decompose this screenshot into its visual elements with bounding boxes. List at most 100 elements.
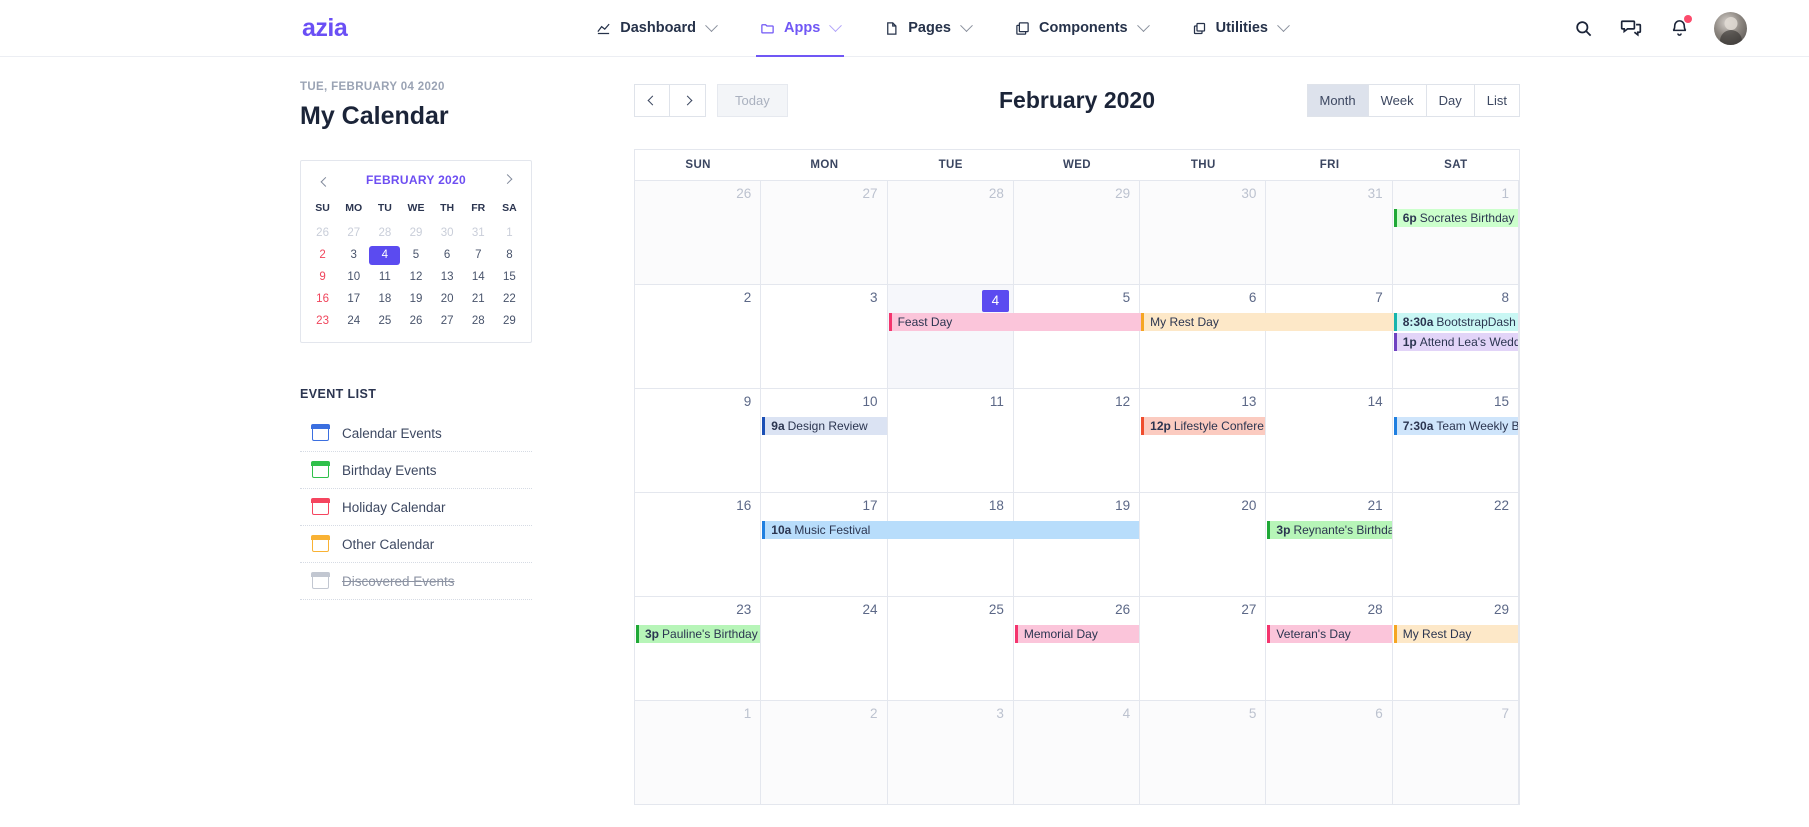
calendar-day-cell[interactable]: 27 — [761, 181, 888, 284]
calendar-day-cell[interactable]: 9 — [635, 389, 762, 492]
mini-calendar-day[interactable]: 17 — [338, 290, 369, 309]
calendar-day-cell[interactable]: 14 — [1266, 389, 1393, 492]
calendar-day-cell[interactable]: 23 — [635, 597, 762, 700]
calendar-event[interactable]: 9a Design Review — [762, 417, 887, 435]
nav-item-utilities[interactable]: Utilities — [1170, 0, 1310, 57]
mini-calendar-day[interactable]: 29 — [400, 224, 431, 243]
calendar-day-cell[interactable]: 25 — [888, 597, 1014, 700]
mini-calendar-day[interactable]: 10 — [338, 268, 369, 287]
event-list-item[interactable]: Discovered Events — [300, 563, 532, 600]
mini-calendar-day[interactable]: 28 — [463, 312, 494, 331]
mini-calendar-day[interactable]: 12 — [400, 268, 431, 287]
calendar-day-cell[interactable]: 3 — [887, 701, 1014, 804]
today-button[interactable]: Today — [717, 83, 788, 117]
mini-calendar-day[interactable]: 22 — [494, 290, 525, 309]
calendar-day-cell[interactable]: 13 — [1140, 389, 1267, 492]
view-button-list[interactable]: List — [1474, 83, 1520, 117]
calendar-event[interactable]: Memorial Day — [1014, 625, 1140, 643]
calendar-day-cell[interactable]: 30 — [1140, 181, 1267, 284]
calendar-event[interactable]: 1p Attend Lea's Wedd — [1393, 333, 1518, 351]
mini-calendar-day[interactable]: 2 — [307, 246, 338, 265]
calendar-day-cell[interactable]: 5 — [1014, 285, 1141, 388]
calendar-day-cell[interactable]: 5 — [1140, 701, 1267, 804]
mini-calendar-day[interactable]: 30 — [432, 224, 463, 243]
event-list-item[interactable]: Other Calendar — [300, 526, 532, 563]
calendar-event[interactable]: 3p Pauline's Birthday — [636, 625, 761, 643]
mini-calendar-day[interactable]: 6 — [432, 246, 463, 265]
calendar-event[interactable]: 8:30a BootstrapDash — [1393, 313, 1518, 331]
calendar-event[interactable]: 12p Lifestyle Confere — [1141, 417, 1266, 435]
calendar-day-cell[interactable]: 21 — [1266, 493, 1393, 596]
calendar-day-cell[interactable]: 7 — [1392, 701, 1519, 804]
calendar-day-cell[interactable]: 3 — [761, 285, 888, 388]
mini-calendar-day[interactable]: 20 — [432, 290, 463, 309]
calendar-event[interactable]: 7:30a Team Weekly B — [1393, 417, 1518, 435]
mini-calendar-day[interactable]: 4 — [369, 246, 401, 265]
calendar-day-cell[interactable]: 15 — [1393, 389, 1519, 492]
nav-item-components[interactable]: Components — [993, 0, 1170, 57]
mini-calendar-day[interactable]: 9 — [307, 268, 338, 287]
mini-calendar-day[interactable]: 8 — [494, 246, 525, 265]
calendar-day-cell[interactable]: 4 — [1013, 701, 1141, 804]
calendar-day-cell[interactable]: 29 — [1393, 597, 1519, 700]
mini-calendar-day[interactable]: 23 — [307, 312, 338, 331]
mini-calendar-day[interactable]: 15 — [494, 268, 525, 287]
mini-calendar-day[interactable]: 26 — [307, 224, 338, 243]
calendar-day-cell[interactable]: 20 — [1140, 493, 1267, 596]
mini-calendar-day[interactable]: 1 — [494, 224, 525, 243]
calendar-day-cell[interactable]: 1 — [1392, 181, 1519, 284]
nav-item-apps[interactable]: Apps — [738, 0, 862, 57]
mini-calendar-day[interactable]: 7 — [463, 246, 494, 265]
brand-logo[interactable]: azia — [302, 14, 348, 43]
calendar-next-button[interactable] — [670, 83, 706, 117]
calendar-day-cell[interactable]: 27 — [1140, 597, 1267, 700]
calendar-day-cell[interactable]: 29 — [1013, 181, 1141, 284]
calendar-day-cell[interactable]: 1 — [635, 701, 762, 804]
mini-calendar-day[interactable]: 31 — [463, 224, 494, 243]
view-button-week[interactable]: Week — [1368, 83, 1427, 117]
nav-item-dashboard[interactable]: Dashboard — [574, 0, 738, 57]
calendar-event[interactable]: My Rest Day — [1393, 625, 1518, 643]
mini-calendar-day[interactable]: 29 — [494, 312, 525, 331]
mini-calendar-day[interactable]: 16 — [307, 290, 338, 309]
mini-calendar-day[interactable]: 11 — [369, 268, 400, 287]
mini-calendar-day[interactable]: 27 — [432, 312, 463, 331]
calendar-day-cell[interactable]: 28 — [887, 181, 1014, 284]
calendar-day-cell[interactable]: 12 — [1014, 389, 1141, 492]
nav-item-pages[interactable]: Pages — [862, 0, 993, 57]
mini-calendar-day[interactable]: 18 — [369, 290, 400, 309]
calendar-event[interactable]: 3p Reynante's Birthda — [1267, 521, 1392, 539]
mini-calendar-day[interactable]: 25 — [369, 312, 400, 331]
mini-calendar-next-button[interactable] — [499, 172, 515, 188]
calendar-day-cell[interactable]: 2 — [761, 701, 888, 804]
bell-icon[interactable] — [1666, 15, 1692, 41]
calendar-day-cell[interactable]: 22 — [1393, 493, 1519, 596]
event-list-item[interactable]: Calendar Events — [300, 415, 532, 452]
calendar-day-cell[interactable]: 26 — [1014, 597, 1141, 700]
calendar-event[interactable]: 6p Socrates Birthday — [1393, 209, 1518, 227]
calendar-day-cell[interactable]: 26 — [635, 181, 762, 284]
calendar-day-cell[interactable]: 4 — [887, 285, 1014, 388]
calendar-day-cell[interactable]: 18 — [888, 493, 1014, 596]
calendar-day-cell[interactable]: 17 — [761, 493, 888, 596]
mini-calendar-prev-button[interactable] — [317, 172, 333, 188]
mini-calendar-day[interactable]: 26 — [400, 312, 431, 331]
calendar-event[interactable]: Veteran's Day — [1267, 625, 1392, 643]
calendar-day-cell[interactable]: 28 — [1266, 597, 1393, 700]
view-button-month[interactable]: Month — [1306, 83, 1369, 117]
chat-icon[interactable] — [1618, 15, 1644, 41]
mini-calendar-day[interactable]: 14 — [463, 268, 494, 287]
event-list-item[interactable]: Holiday Calendar — [300, 489, 532, 526]
calendar-day-cell[interactable]: 24 — [761, 597, 888, 700]
calendar-day-cell[interactable]: 10 — [761, 389, 888, 492]
mini-calendar-day[interactable]: 28 — [369, 224, 400, 243]
mini-calendar-day[interactable]: 19 — [400, 290, 431, 309]
search-icon[interactable] — [1570, 15, 1596, 41]
calendar-day-cell[interactable]: 11 — [888, 389, 1014, 492]
calendar-day-cell[interactable]: 6 — [1266, 701, 1393, 804]
event-list-item[interactable]: Birthday Events — [300, 452, 532, 489]
mini-calendar-day[interactable]: 5 — [400, 246, 431, 265]
avatar[interactable] — [1714, 11, 1747, 45]
mini-calendar-day[interactable]: 27 — [338, 224, 369, 243]
calendar-day-cell[interactable]: 16 — [635, 493, 762, 596]
